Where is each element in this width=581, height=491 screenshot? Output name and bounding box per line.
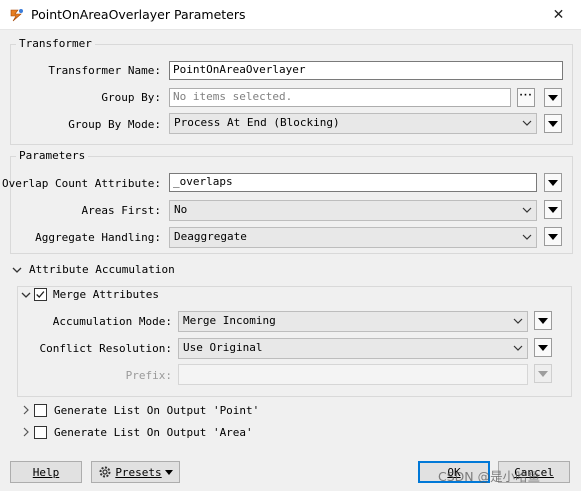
chevron-down-icon xyxy=(522,120,532,126)
dropdown-arrow-icon xyxy=(548,233,558,240)
checkmark-icon xyxy=(36,291,45,298)
help-button[interactable]: Help xyxy=(10,461,82,483)
accumulation-mode-select[interactable]: Merge Incoming xyxy=(178,311,528,332)
transformer-group-title: Transformer xyxy=(16,37,95,50)
list-point-expand-icon[interactable] xyxy=(21,405,31,415)
help-label: Help xyxy=(32,465,60,479)
transformer-app-icon xyxy=(10,9,23,22)
areas-first-menu-button[interactable] xyxy=(544,200,562,219)
chevron-down-icon xyxy=(522,234,532,240)
window-title: PointOnAreaOverlayer Parameters xyxy=(31,7,246,22)
aggregate-handling-value: Deaggregate xyxy=(174,230,247,243)
list-area-label: Generate List On Output 'Area' xyxy=(54,426,253,439)
merge-attributes-expand-icon[interactable] xyxy=(21,290,31,300)
overlap-count-input[interactable]: _overlaps xyxy=(169,173,537,192)
conflict-resolution-value: Use Original xyxy=(183,341,263,354)
group-by-menu-button[interactable] xyxy=(544,88,562,107)
transformer-name-label: Transformer Name: xyxy=(48,64,161,77)
list-area-expand-icon[interactable] xyxy=(21,427,31,437)
accumulation-mode-value: Merge Incoming xyxy=(183,314,276,327)
conflict-resolution-menu-button[interactable] xyxy=(534,338,552,357)
dropdown-arrow-icon xyxy=(164,469,173,475)
gear-icon xyxy=(99,466,111,478)
conflict-resolution-select[interactable]: Use Original xyxy=(178,338,528,359)
parameters-group-title: Parameters xyxy=(16,149,89,162)
merge-attributes-label: Merge Attributes xyxy=(53,288,159,301)
watermark-text: CSDN @是小哈鱼 xyxy=(438,469,541,484)
title-bar: PointOnAreaOverlayer Parameters ✕ xyxy=(0,0,581,30)
areas-first-value: No xyxy=(174,203,188,216)
areas-first-label: Areas First: xyxy=(81,204,161,217)
list-area-checkbox[interactable] xyxy=(34,426,47,439)
group-by-mode-select[interactable]: Process At End (Blocking) xyxy=(169,113,537,134)
conflict-resolution-label: Conflict Resolution: xyxy=(39,342,172,355)
attribute-accumulation-expand-icon[interactable] xyxy=(12,265,22,275)
overlap-count-label: Overlap Count Attribute: xyxy=(2,177,161,190)
aggregate-handling-select[interactable]: Deaggregate xyxy=(169,227,537,248)
group-by-label: Group By: xyxy=(101,91,161,104)
group-by-mode-menu-button[interactable] xyxy=(544,114,562,133)
dropdown-arrow-icon xyxy=(548,94,558,101)
chevron-down-icon xyxy=(522,207,532,213)
areas-first-select[interactable]: No xyxy=(169,200,537,221)
dropdown-arrow-icon xyxy=(538,317,548,324)
prefix-input xyxy=(178,364,528,385)
prefix-menu-button xyxy=(534,364,552,383)
group-by-input[interactable]: No items selected. xyxy=(169,88,511,107)
chevron-down-icon xyxy=(513,318,523,324)
dropdown-arrow-icon xyxy=(538,344,548,351)
aggregate-handling-menu-button[interactable] xyxy=(544,227,562,246)
presets-button[interactable]: Presets xyxy=(91,461,180,483)
transformer-name-input[interactable]: PointOnAreaOverlayer xyxy=(169,61,563,80)
dropdown-arrow-icon xyxy=(548,206,558,213)
list-point-checkbox[interactable] xyxy=(34,404,47,417)
merge-attributes-checkbox[interactable] xyxy=(34,288,47,301)
overlap-count-menu-button[interactable] xyxy=(544,173,562,192)
chevron-down-icon xyxy=(513,345,523,351)
dropdown-arrow-icon xyxy=(538,370,548,377)
group-by-ellipsis-button[interactable]: ··· xyxy=(517,88,535,107)
attribute-accumulation-title: Attribute Accumulation xyxy=(29,263,175,276)
list-point-label: Generate List On Output 'Point' xyxy=(54,404,260,417)
dropdown-arrow-icon xyxy=(548,120,558,127)
accumulation-mode-menu-button[interactable] xyxy=(534,311,552,330)
prefix-label: Prefix: xyxy=(125,369,172,382)
close-icon: ✕ xyxy=(552,7,565,23)
ellipsis-icon: ··· xyxy=(519,90,533,101)
dropdown-arrow-icon xyxy=(548,179,558,186)
presets-label: Presets xyxy=(115,465,162,479)
accumulation-mode-label: Accumulation Mode: xyxy=(52,315,172,328)
close-button[interactable]: ✕ xyxy=(536,0,581,30)
group-by-mode-value: Process At End (Blocking) xyxy=(174,116,340,129)
group-by-mode-label: Group By Mode: xyxy=(68,118,161,131)
aggregate-handling-label: Aggregate Handling: xyxy=(35,231,161,244)
